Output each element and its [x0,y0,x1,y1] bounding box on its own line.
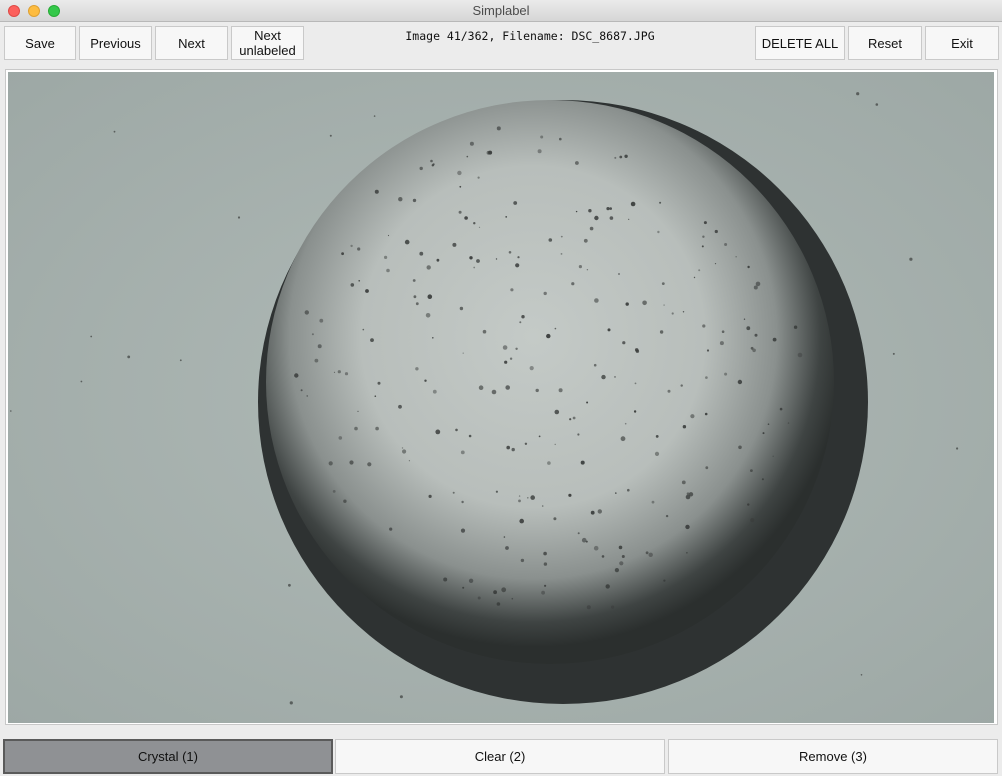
next-unlabeled-line2: unlabeled [239,43,296,58]
next-unlabeled-line1: Next [254,28,281,43]
title-bar: Simplabel [0,0,1002,22]
microscope-image [8,72,994,723]
exit-button[interactable]: Exit [925,26,999,60]
remove-label-button[interactable]: Remove (3) [668,739,998,774]
image-canvas-frame [5,69,998,725]
minimize-window-icon[interactable] [28,5,40,17]
crystal-label-button[interactable]: Crystal (1) [3,739,333,774]
image-canvas[interactable] [8,72,994,723]
previous-button[interactable]: Previous [79,26,152,60]
next-button[interactable]: Next [155,26,228,60]
toolbar: Save Previous Next Next unlabeled Image … [0,22,1002,66]
droplet [266,100,834,664]
next-unlabeled-button[interactable]: Next unlabeled [231,26,304,60]
save-button[interactable]: Save [4,26,76,60]
window-title: Simplabel [472,3,530,18]
close-window-icon[interactable] [8,5,20,17]
clear-label-button[interactable]: Clear (2) [335,739,665,774]
image-status-text: Image 41/362, Filename: DSC_8687.JPG [405,29,655,43]
app-window: Simplabel Save Previous Next Next unlabe… [0,0,1002,776]
label-bar: Crystal (1) Clear (2) Remove (3) [0,736,1002,776]
delete-all-button[interactable]: DELETE ALL [755,26,845,60]
reset-button[interactable]: Reset [848,26,922,60]
maximize-window-icon[interactable] [48,5,60,17]
